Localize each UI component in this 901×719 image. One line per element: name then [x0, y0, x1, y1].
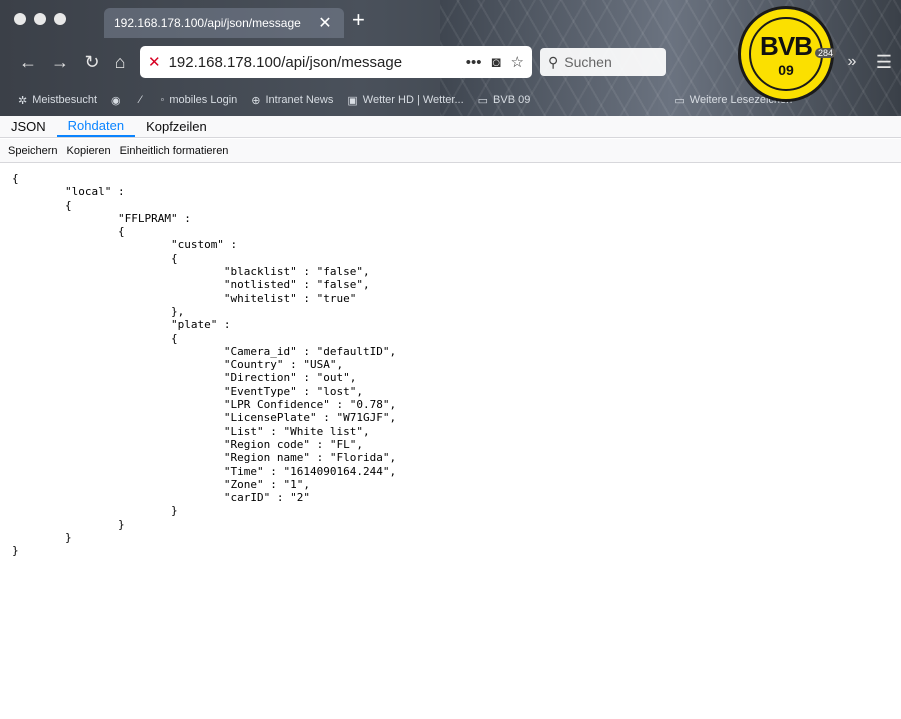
raw-json-line: "Country" : "USA", [12, 358, 344, 372]
logo-letters: BVB [760, 30, 813, 61]
site-icon: ◉ [111, 94, 121, 107]
tab-close-icon[interactable]: ✕ [316, 13, 334, 33]
raw-json-line: "whitelist" : "true" [12, 291, 357, 305]
save-button[interactable]: Speichern [6, 145, 60, 157]
window-close-dot[interactable] [14, 13, 26, 25]
browser-chrome: 192.168.178.100/api/json/message ✕ + ← →… [0, 0, 901, 116]
raw-json-content: { "local" : { "FFLPRAM" : { "custom" : {… [12, 172, 892, 558]
back-icon[interactable]: ← [16, 50, 40, 74]
raw-json-line: { [12, 225, 125, 239]
bookmark-item[interactable]: ▭ BVB 09 [478, 94, 531, 107]
bookmark-star-icon[interactable]: ☆ [511, 53, 524, 71]
raw-json-line: "Direction" : "out", [12, 371, 357, 385]
raw-json-line: "LPR Confidence" : "0.78", [12, 398, 397, 412]
raw-json-line: } [12, 531, 72, 545]
extension-badge[interactable]: 284 [815, 48, 837, 58]
raw-json-line: } [12, 504, 178, 518]
copy-button[interactable]: Kopieren [65, 145, 113, 157]
folder-icon: ▭ [674, 94, 685, 107]
folder-icon: ▭ [477, 94, 489, 107]
raw-json-line: "custom" : [12, 238, 238, 252]
overflow-chevron-icon[interactable]: » [840, 50, 864, 74]
globe-icon: ⊕ [251, 94, 261, 107]
url-input[interactable]: 192.168.178.100/api/json/message [161, 54, 456, 71]
raw-json-line: "Region code" : "FL", [12, 437, 363, 451]
search-icon: ⚲ [548, 53, 559, 70]
browser-tab[interactable]: 192.168.178.100/api/json/message ✕ [104, 8, 344, 38]
new-tab-icon[interactable]: + [352, 8, 365, 32]
tab-kopfzeilen[interactable]: Kopfzeilen [135, 116, 218, 137]
raw-json-line: "EventType" : "lost", [12, 384, 363, 398]
viewer-toolbar: Speichern Kopieren Einheitlich formatier… [0, 139, 901, 163]
raw-json-line: "notlisted" : "false", [12, 278, 370, 292]
home-icon[interactable]: ⌂ [108, 50, 132, 74]
raw-json-line: "FFLPRAM" : [12, 211, 191, 225]
bookmark-item[interactable]: ◦ mobiles Login [160, 94, 237, 106]
raw-json-line: { [12, 198, 72, 212]
raw-json-line: } [12, 544, 19, 558]
bookmark-item[interactable]: ▣ Wetter HD | Wetter... [347, 94, 463, 107]
window-minimize-dot[interactable] [34, 13, 46, 25]
raw-json-line: "List" : "White list", [12, 424, 370, 438]
site-icon: ◦ [160, 94, 165, 106]
raw-json-line: { [12, 172, 19, 185]
gear-icon: ✲ [18, 94, 28, 107]
insecure-connection-icon[interactable]: ✕ [148, 53, 161, 71]
pocket-icon[interactable]: ◙ [491, 54, 500, 71]
raw-json-line: "Zone" : "1", [12, 477, 311, 491]
raw-json-line: } [12, 517, 125, 531]
logo-year: 09 [778, 61, 794, 78]
raw-json-line: "LicensePlate" : "W71GJF", [12, 411, 397, 425]
forward-icon[interactable]: → [48, 50, 72, 74]
raw-json-line: "plate" : [12, 318, 231, 332]
search-input[interactable]: Suchen [558, 54, 611, 70]
bookmark-item[interactable]: ◉ [111, 94, 126, 107]
bookmark-item[interactable]: ⁄ [140, 94, 147, 106]
raw-json-line: "carID" : "2" [12, 491, 311, 505]
viewer-tabs: JSON Rohdaten Kopfzeilen [0, 116, 901, 138]
url-bar[interactable]: ✕ 192.168.178.100/api/json/message ••• ◙… [140, 46, 532, 78]
raw-json-line: "blacklist" : "false", [12, 265, 370, 279]
raw-json-line: "Time" : "1614090164.244", [12, 464, 397, 478]
reload-icon[interactable]: ↻ [80, 50, 104, 74]
raw-json-line: }, [12, 304, 185, 318]
raw-json-line: "Region name" : "Florida", [12, 451, 397, 465]
raw-json-line: "Camera_id" : "defaultID", [12, 344, 397, 358]
pretty-print-button[interactable]: Einheitlich formatieren [118, 145, 231, 157]
tab-rohdaten[interactable]: Rohdaten [56, 116, 136, 137]
search-box[interactable]: ⚲ Suchen [540, 48, 666, 76]
tab-json[interactable]: JSON [0, 116, 57, 137]
window-zoom-dot[interactable] [54, 13, 66, 25]
site-icon: ⁄ [139, 94, 142, 106]
menu-icon[interactable]: ☰ [872, 50, 896, 74]
weather-icon: ▣ [347, 94, 358, 107]
bookmark-item[interactable]: ✲ Meistbesucht [18, 94, 97, 107]
raw-json-line: { [12, 331, 178, 345]
raw-json-line: { [12, 251, 178, 265]
tab-title: 192.168.178.100/api/json/message [114, 16, 301, 30]
bookmark-item[interactable]: ⊕ Intranet News [251, 94, 333, 107]
raw-json-line: "local" : [12, 185, 125, 199]
page-actions-icon[interactable]: ••• [466, 54, 482, 71]
